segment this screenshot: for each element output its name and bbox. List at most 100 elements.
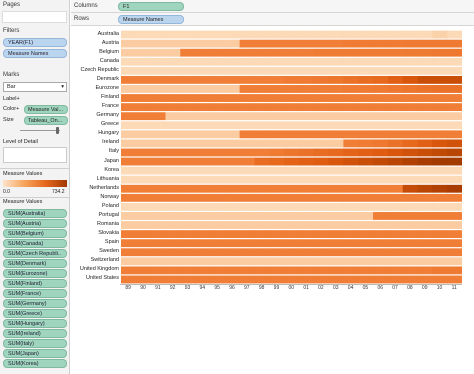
- heatmap-cell: [121, 112, 137, 121]
- size-button[interactable]: Size: [3, 117, 14, 123]
- heatmap-cell: [150, 94, 166, 102]
- heatmap-cell: [195, 94, 211, 102]
- columns-shelf[interactable]: Columns F1: [71, 0, 474, 13]
- measure-value-pill[interactable]: SUM(France): [3, 289, 67, 298]
- row-label: Romania: [96, 221, 119, 228]
- heatmap-cell: [402, 103, 418, 112]
- size-slider-track[interactable]: [20, 130, 60, 131]
- heatmap-cell: [447, 193, 462, 202]
- heatmap-cell: [373, 184, 389, 193]
- heatmap-cell: [343, 166, 359, 175]
- mark-type-value: Bar: [7, 84, 16, 90]
- heatmap-cell: [224, 85, 241, 93]
- measure-value-pill[interactable]: SUM(Austria): [3, 219, 67, 228]
- heatmap-cell: [387, 239, 404, 248]
- heatmap-cell: [150, 48, 166, 57]
- heatmap-cell: [343, 239, 359, 248]
- heatmap-cell: [254, 66, 270, 75]
- heatmap-cell: [373, 48, 389, 57]
- heatmap-cell: [417, 139, 433, 148]
- measure-value-pill[interactable]: SUM(Greece): [3, 309, 67, 318]
- heatmap-cell: [284, 248, 300, 257]
- heatmap-cell: [432, 148, 448, 157]
- heatmap-cell: [269, 157, 285, 166]
- measure-value-pill[interactable]: SUM(Ireland): [3, 329, 67, 338]
- heatmap-cell: [135, 48, 152, 57]
- heatmap-cell: [313, 157, 329, 166]
- heatmap-cell: [254, 157, 270, 166]
- heatmap-cell: [224, 257, 241, 266]
- heatmap-cell: [313, 148, 329, 157]
- color-button-text: Color: [3, 106, 17, 112]
- row-label: Ireland: [102, 139, 119, 146]
- heatmap-cell: [328, 239, 344, 248]
- pages-shelf[interactable]: [2, 11, 67, 23]
- heatmap-cell: [298, 39, 315, 48]
- heatmap-cell: [209, 212, 226, 220]
- level-of-detail-shelf[interactable]: [3, 147, 67, 163]
- heatmap-cell: [195, 39, 211, 48]
- measure-value-pill[interactable]: SUM(Australia): [3, 209, 67, 218]
- heatmap-cell: [209, 66, 226, 75]
- x-tick-label: 93: [184, 285, 191, 291]
- measure-value-pill[interactable]: SUM(Denmark): [3, 259, 67, 268]
- heatmap-cell: [121, 121, 137, 130]
- heatmap-cell: [165, 257, 181, 266]
- filter-measure-names-pill[interactable]: Measure Names: [3, 49, 67, 58]
- heatmap-cell: [417, 257, 433, 266]
- heatmap-cell: [150, 130, 166, 139]
- size-slider-handle[interactable]: [56, 127, 59, 134]
- row-label: Slovakia: [98, 230, 119, 237]
- heatmap-cell: [417, 212, 433, 220]
- measure-value-pill[interactable]: SUM(Finland): [3, 279, 67, 288]
- heatmap-cell: [432, 57, 448, 66]
- heatmap-cell: [150, 85, 166, 93]
- size-pill[interactable]: Tableau_On...: [24, 116, 68, 125]
- heatmap-cell: [328, 139, 344, 148]
- heatmap-cell: [180, 184, 196, 193]
- measure-value-pill[interactable]: SUM(Eurozone): [3, 269, 67, 278]
- mark-type-select[interactable]: Bar ▾: [3, 82, 67, 92]
- heatmap-cell: [180, 202, 196, 211]
- heatmap-cell: [284, 221, 300, 229]
- measure-value-pill[interactable]: SUM(Japan): [3, 349, 67, 358]
- measure-value-pill[interactable]: SUM(Hungary): [3, 319, 67, 328]
- measure-value-pill[interactable]: SUM(Canada): [3, 239, 67, 248]
- heatmap-cell: [135, 175, 152, 184]
- color-button[interactable]: Color+: [3, 106, 19, 112]
- heatmap-cell: [313, 257, 329, 266]
- heatmap-cell: [373, 139, 389, 148]
- columns-f1-pill[interactable]: F1: [118, 2, 184, 11]
- measure-value-pill[interactable]: SUM(Belgium): [3, 229, 67, 238]
- heatmap-cell: [209, 230, 226, 239]
- label-button[interactable]: Label+: [3, 96, 20, 102]
- heatmap-cell: [417, 239, 433, 248]
- heatmap-cell: [254, 257, 270, 266]
- measure-value-pill[interactable]: SUM(Czech Republi..: [3, 249, 67, 258]
- heatmap-cell: [224, 112, 241, 121]
- measure-value-pill[interactable]: SUM(Germany): [3, 299, 67, 308]
- heatmap-cell: [165, 94, 181, 102]
- heatmap-cell: [373, 175, 389, 184]
- color-measure-values-pill[interactable]: Measure Val...: [24, 105, 68, 114]
- filter-year-pill[interactable]: YEAR(F1): [3, 38, 67, 47]
- heatmap-cell: [269, 148, 285, 157]
- rows-shelf[interactable]: Rows Measure Names: [71, 13, 474, 26]
- heatmap-cell: [284, 184, 300, 193]
- heatmap-cell: [165, 184, 181, 193]
- heatmap-cell: [298, 66, 315, 75]
- heatmap-cell: [328, 202, 344, 211]
- heatmap-cell: [417, 85, 433, 93]
- heatmap-cell: [254, 48, 270, 57]
- heatmap-cell: [417, 94, 433, 102]
- x-tick-label: 94: [199, 285, 206, 291]
- measure-value-pill[interactable]: SUM(Korea): [3, 359, 67, 368]
- heatmap-cell: [373, 121, 389, 130]
- heatmap-cell: [180, 48, 196, 57]
- heatmap-cell: [417, 57, 433, 66]
- heatmap-cell: [387, 266, 404, 275]
- rows-measure-names-pill[interactable]: Measure Names: [118, 15, 184, 24]
- measure-value-pill[interactable]: SUM(Italy): [3, 339, 67, 348]
- heatmap-cell: [358, 184, 374, 193]
- heatmap-cell: [224, 121, 241, 130]
